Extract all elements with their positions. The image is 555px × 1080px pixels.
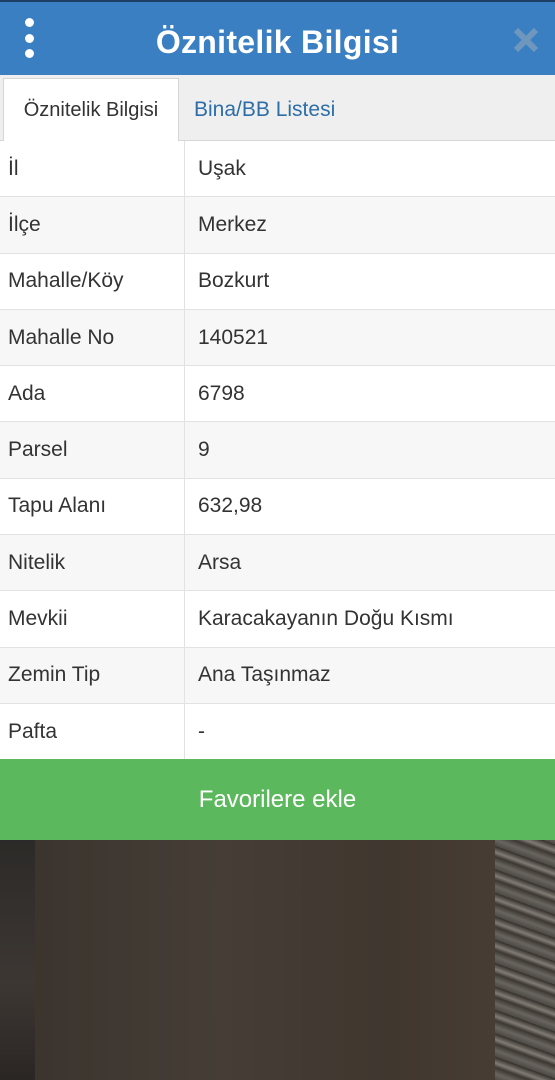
table-row: Ada 6798 (0, 366, 555, 423)
attribute-key: Mevkii (0, 591, 185, 647)
tab-bar: Öznitelik Bilgisi Bina/BB Listesi (0, 75, 555, 141)
table-row: Tapu Alanı 632,98 (0, 478, 555, 536)
map-terrain-right (495, 840, 555, 1080)
page-title: Öznitelik Bilgisi (155, 24, 400, 60)
table-row: Mahalle/Köy Bozkurt (0, 253, 555, 310)
attribute-key: Mahalle/Köy (0, 253, 185, 309)
attribute-value: Uşak (198, 156, 246, 180)
table-row: Parsel 9 (0, 422, 555, 479)
attribute-key: Ada (0, 366, 185, 422)
attribute-key: İlçe (0, 197, 185, 253)
table-row: Nitelik Arsa (0, 535, 555, 592)
attribute-key: Zemin Tip (0, 647, 185, 703)
table-row: İlçe Merkez (0, 197, 555, 254)
close-icon[interactable] (512, 26, 540, 54)
attribute-key: Tapu Alanı (0, 478, 185, 535)
attribute-key: Pafta (0, 703, 185, 760)
table-row: Mahalle No 140521 (0, 309, 555, 367)
attribute-value: Merkez (198, 212, 267, 236)
attribute-value: 6798 (198, 381, 245, 405)
satellite-map[interactable] (0, 840, 555, 1080)
table-row: Zemin Tip Ana Taşınmaz (0, 647, 555, 704)
attribute-value: 9 (198, 438, 210, 462)
table-row: Mevkii Karacakayanın Doğu Kısmı (0, 591, 555, 648)
attribute-key: Parsel (0, 422, 185, 478)
attribute-table: İl Uşak İlçe Merkez Mahalle/Köy Bozkurt … (0, 141, 555, 761)
attribute-value: Ana Taşınmaz (198, 663, 331, 687)
attribute-value: - (198, 719, 205, 743)
add-to-favorites-button[interactable]: Favorilere ekle (0, 759, 555, 840)
attribute-key: İl (0, 141, 185, 197)
table-row: İl Uşak (0, 141, 555, 198)
map-terrain-left (0, 840, 35, 1080)
table-row: Pafta - (0, 703, 555, 761)
attribute-value: Bozkurt (198, 269, 270, 293)
attribute-value: Karacakayanın Doğu Kısmı (198, 607, 454, 631)
attribute-value: Arsa (198, 550, 242, 574)
attribute-key: Mahalle No (0, 309, 185, 366)
header-bar: Öznitelik Bilgisi (0, 0, 555, 75)
attribute-info-screen: Öznitelik Bilgisi Öznitelik Bilgisi Bina… (0, 0, 555, 1080)
attribute-key: Nitelik (0, 535, 185, 591)
tab-attribute-info[interactable]: Öznitelik Bilgisi (3, 78, 179, 141)
attribute-value: 140521 (198, 325, 269, 349)
tab-building-list[interactable]: Bina/BB Listesi (194, 78, 335, 141)
attribute-value: 632,98 (198, 494, 263, 518)
